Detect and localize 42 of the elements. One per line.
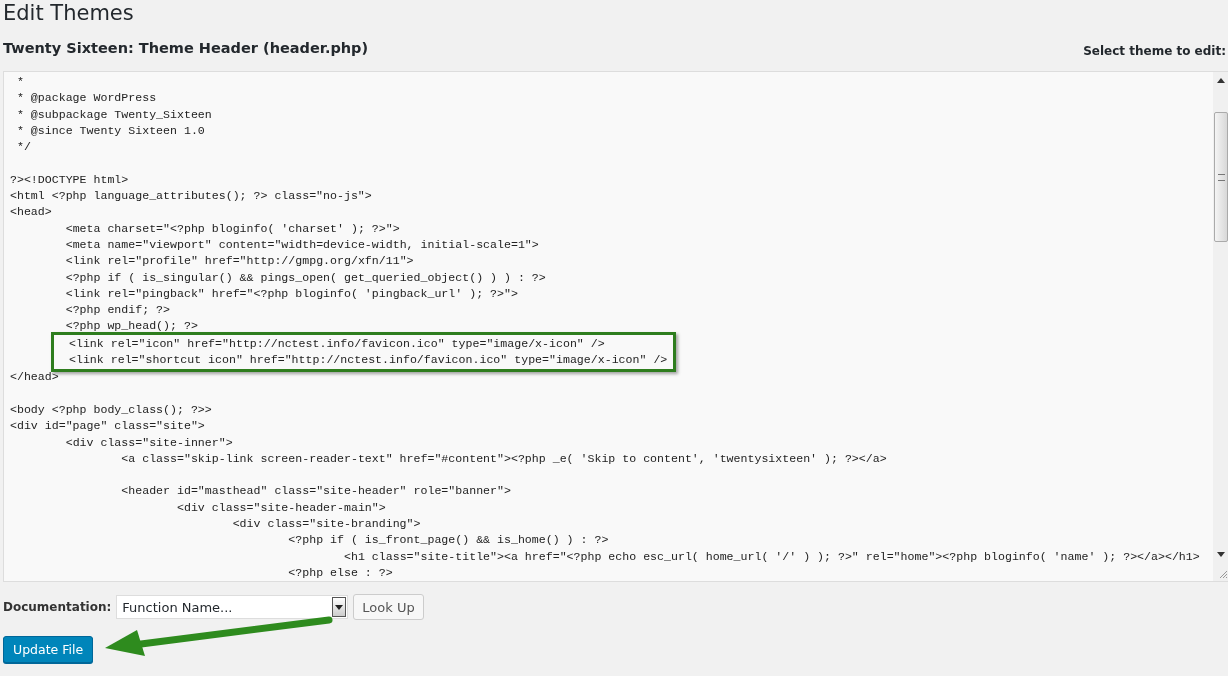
code-line: <h1 class="site-title"><a href="<?php echo esc_url( home_url( '/' ) ); ?>" rel="home"><?php bloginfo( 'name' ); ?></a></h1>	[342, 548, 1200, 565]
code-line: <link rel="profile" href="http://gmpg.org/xfn/11">	[64, 253, 414, 270]
code-line: * @since Twenty Sixteen 1.0	[15, 122, 205, 139]
code-line: <?php endif; ?>	[64, 302, 171, 319]
scroll-down-icon[interactable]	[1217, 552, 1225, 557]
code-line: <meta name="viewport" content="width=device-width, initial-scale=1">	[64, 236, 539, 253]
file-title: Twenty Sixteen: Theme Header (header.php)	[3, 39, 369, 58]
code-line: <link rel="icon" href="http://nctest.info/favicon.ico" type="image/x-icon" />	[67, 335, 605, 352]
scrollbar[interactable]	[1213, 72, 1228, 581]
code-line: <div class="site-inner">	[64, 434, 233, 451]
look-up-button[interactable]: Look Up	[353, 594, 424, 620]
function-select[interactable]: Function Name...	[116, 595, 349, 619]
code-line: </head>	[10, 369, 59, 386]
code-line: <div class="site-header-main">	[176, 499, 386, 516]
page-title: Edit Themes	[3, 0, 135, 26]
code-line: * @package WordPress	[15, 90, 157, 107]
code-line: ?><!DOCTYPE html>	[10, 171, 129, 188]
code-line: <?php if ( is_singular() && pings_open( get_queried_object() ) ) : ?>	[64, 269, 546, 286]
theme-select-label: Select theme to edit:	[1083, 44, 1226, 58]
code-line: <meta charset="<?php bloginfo( 'charset' ); ?>">	[64, 220, 400, 237]
resize-grip-icon[interactable]	[1219, 570, 1228, 579]
code-line: <?php else : ?>	[287, 564, 393, 581]
code-line: <?php if ( is_front_page() && is_home() ) : ?>	[287, 532, 609, 549]
code-line: *	[15, 74, 24, 90]
scroll-thumb[interactable]	[1214, 112, 1228, 242]
code-editor[interactable]	[3, 71, 1228, 582]
code-line: */	[15, 139, 31, 156]
code-line: <div class="site-branding">	[231, 516, 421, 532]
code-line: <header id="masthead" class="site-header" role="banner">	[120, 483, 511, 500]
code-line: <link rel="shortcut icon" href="http://nctest.info/favicon.ico" type="image/x-icon" />	[67, 352, 668, 369]
code-line: <?php wp_head(); ?>	[64, 318, 198, 335]
code-line: <a class="skip-link screen-reader-text" href="#content"><?php _e( 'Skip to content', 'twentysixteen' ); ?></a>	[120, 450, 887, 467]
caret-icon	[335, 604, 344, 610]
code-line: <body <?php body_class(); ?>>	[10, 401, 212, 418]
documentation-label: Documentation:	[3, 600, 112, 614]
scroll-up-icon[interactable]	[1217, 78, 1225, 83]
code-line: <head>	[10, 204, 52, 221]
update-file-button[interactable]: Update File	[3, 636, 94, 663]
code-line: * @subpackage Twenty_Sixteen	[15, 106, 212, 123]
code-line: <html <?php language_attributes(); ?> class="no-js">	[10, 188, 372, 205]
code-line: <link rel="pingback" href="<?php bloginfo( 'pingback_url' ); ?>">	[64, 285, 518, 302]
code-line: <div id="page" class="site">	[10, 418, 205, 435]
